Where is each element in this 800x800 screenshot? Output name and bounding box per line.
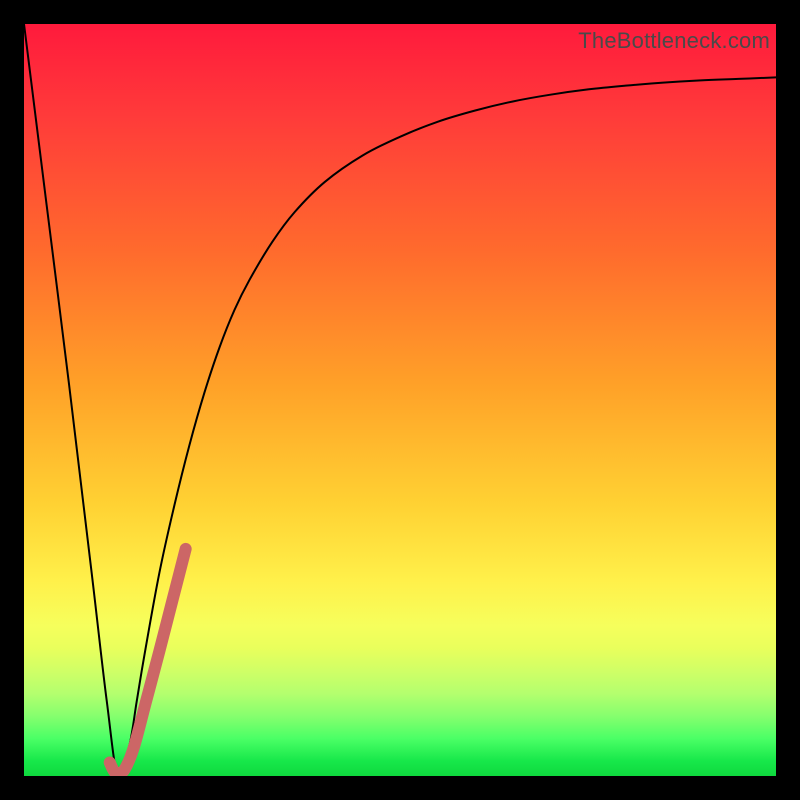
chart-svg [24, 24, 776, 776]
chart-frame: TheBottleneck.com [0, 0, 800, 800]
plot-area: TheBottleneck.com [24, 24, 776, 776]
pink-highlight-line [110, 549, 186, 773]
black-curve-line [24, 24, 776, 776]
